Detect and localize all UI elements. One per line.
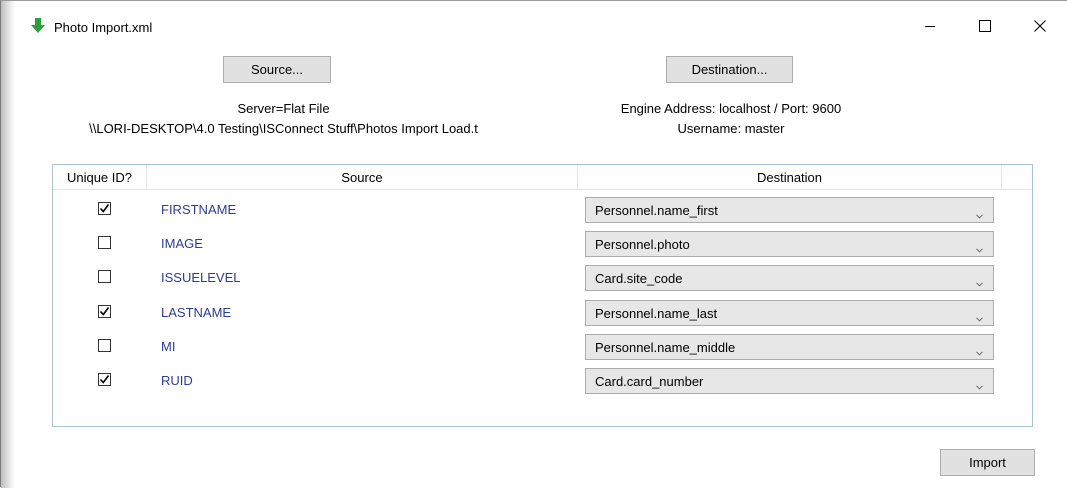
source-server-text: Server=Flat File	[237, 101, 330, 116]
destination-dropdown[interactable]: Personnel.name_middle	[585, 333, 994, 360]
chevron-down-icon	[976, 241, 983, 256]
username-text: Username: master	[677, 121, 785, 136]
table-row: MI Personnel.name_middle	[53, 333, 1032, 368]
maximize-icon	[979, 20, 991, 32]
source-field-label: LASTNAME	[161, 304, 232, 320]
close-button[interactable]	[1017, 11, 1063, 41]
unique-id-checkbox[interactable]	[98, 202, 111, 215]
unique-id-checkbox[interactable]	[98, 338, 111, 352]
destination-dropdown-value: Personnel.name_middle	[595, 339, 736, 355]
source-info: Server=Flat File \\LORI-DESKTOP\4.0 Test…	[41, 99, 526, 139]
minimize-button[interactable]	[907, 11, 953, 41]
destination-button[interactable]: Destination...	[666, 56, 793, 83]
unique-id-checkbox[interactable]	[98, 304, 111, 318]
maximize-button[interactable]	[962, 11, 1008, 41]
destination-dropdown-value: Personnel.photo	[595, 237, 690, 253]
table-row: RUID Card.card_number	[53, 368, 1032, 402]
import-button[interactable]: Import	[940, 449, 1035, 476]
column-header-destination[interactable]: Destination	[578, 165, 1002, 190]
chevron-down-icon	[976, 378, 983, 393]
column-header-unique-id[interactable]: Unique ID?	[53, 165, 147, 190]
window: Photo Import.xml Source... Destination..…	[0, 0, 1067, 488]
destination-dropdown[interactable]: Personnel.name_first	[585, 197, 994, 223]
window-title: Photo Import.xml	[54, 20, 153, 35]
unique-id-checkbox[interactable]	[98, 270, 111, 284]
unique-id-checkbox[interactable]	[98, 373, 111, 386]
mapping-grid: Unique ID? Source Destination FIRSTNAME P…	[52, 164, 1033, 427]
column-header-filler	[1002, 165, 1032, 190]
destination-dropdown-value: Card.site_code	[595, 271, 683, 287]
window-shadow	[1, 1, 15, 488]
table-row: IMAGE Personnel.photo	[53, 231, 1032, 265]
chevron-down-icon	[976, 344, 983, 359]
table-row: LASTNAME Personnel.name_last	[53, 299, 1032, 334]
checkmark-icon	[99, 375, 110, 384]
chevron-down-icon	[976, 207, 983, 222]
source-field-label: FIRSTNAME	[161, 202, 237, 217]
source-button[interactable]: Source...	[223, 56, 331, 83]
chevron-down-icon	[976, 275, 983, 290]
checkmark-icon	[99, 204, 110, 213]
destination-dropdown[interactable]: Card.site_code	[585, 265, 994, 292]
source-field-label: RUID	[161, 373, 193, 388]
column-header-source[interactable]: Source	[147, 165, 578, 190]
source-field-label: IMAGE	[161, 236, 203, 252]
unique-id-checkbox[interactable]	[98, 236, 111, 250]
destination-dropdown[interactable]: Personnel.photo	[585, 231, 994, 258]
destination-dropdown[interactable]: Personnel.name_last	[585, 299, 994, 326]
source-path-text: \\LORI-DESKTOP\4.0 Testing\ISConnect Stu…	[89, 121, 478, 136]
destination-dropdown-value: Personnel.name_last	[595, 305, 718, 321]
table-row: ISSUELEVEL Card.site_code	[53, 265, 1032, 299]
table-row: FIRSTNAME Personnel.name_first	[53, 197, 1032, 231]
source-field-label: MI	[161, 338, 176, 354]
checkmark-icon	[99, 306, 110, 316]
destination-dropdown[interactable]: Card.card_number	[585, 368, 994, 394]
destination-info: Engine Address: localhost / Port: 9600 U…	[561, 99, 901, 139]
source-field-label: ISSUELEVEL	[161, 270, 241, 286]
green-down-arrow-icon	[31, 18, 45, 34]
engine-address-text: Engine Address: localhost / Port: 9600	[620, 101, 842, 116]
chevron-down-icon	[976, 310, 983, 325]
minimize-icon	[925, 26, 935, 27]
destination-dropdown-value: Card.card_number	[595, 374, 704, 389]
destination-dropdown-value: Personnel.name_first	[595, 203, 718, 218]
close-icon	[1034, 20, 1046, 32]
